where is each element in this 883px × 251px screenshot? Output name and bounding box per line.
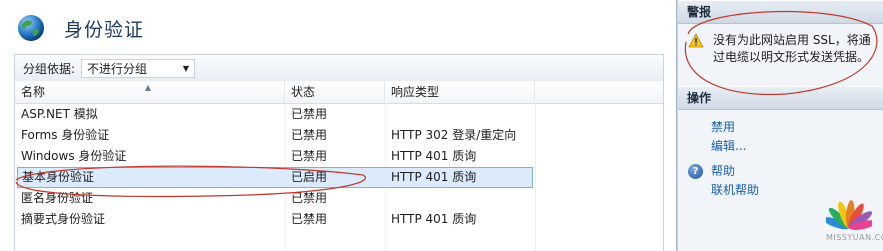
chevron-down-icon: ▼	[182, 63, 190, 73]
table-row[interactable]: 匿名身份验证 已禁用	[15, 188, 663, 209]
row-status: 已禁用	[291, 128, 328, 142]
alert-text: 没有为此网站启用 SSL，将通过电缆以明文形式发送凭据。	[713, 33, 871, 64]
row-status: 已禁用	[291, 107, 328, 121]
table-row[interactable]: Forms 身份验证 已禁用 HTTP 302 登录/重定向	[15, 125, 663, 146]
row-response: HTTP 302 登录/重定向	[391, 128, 517, 142]
row-name: 匿名身份验证	[21, 191, 94, 205]
column-header-name[interactable]: 名称 ▲	[15, 81, 285, 103]
row-response	[385, 188, 591, 209]
row-status: 已禁用	[291, 191, 328, 205]
table-row-selected[interactable]: 基本身份验证 已启用 HTTP 401 质询	[17, 167, 533, 188]
page-title: 身份验证	[64, 18, 145, 41]
title-row: 身份验证	[16, 8, 144, 48]
row-response: HTTP 401 质询	[391, 170, 477, 184]
sort-ascending-icon: ▲	[145, 83, 152, 92]
table-row[interactable]: 摘要式身份验证 已禁用 HTTP 401 质询	[15, 209, 663, 230]
help-link[interactable]: ? 帮助	[678, 162, 883, 181]
row-name: 基本身份验证	[22, 170, 95, 184]
globe-icon	[18, 15, 44, 41]
row-status: 已禁用	[291, 212, 328, 226]
row-name: Forms 身份验证	[21, 128, 110, 142]
main-pane: 身份验证 分组依据: 不进行分组 ▼ 名称 ▲ 状态 响应类型 ASP.NET …	[0, 0, 677, 251]
table-row[interactable]: ASP.NET 模拟 已禁用	[15, 104, 663, 125]
row-name: 摘要式身份验证	[21, 212, 106, 226]
watermark-text: MISSYUAN.COM	[826, 233, 883, 242]
row-response: HTTP 401 质询	[391, 149, 477, 163]
row-name: ASP.NET 模拟	[21, 107, 98, 121]
help-icon: ?	[688, 164, 703, 179]
grid-rows: ASP.NET 模拟 已禁用 Forms 身份验证 已禁用 HTTP 302 登…	[15, 104, 663, 230]
edit-link[interactable]: 编辑...	[678, 137, 883, 156]
group-by-bar: 分组依据: 不进行分组 ▼	[14, 54, 664, 82]
disable-link[interactable]: 禁用	[678, 118, 883, 137]
ssl-alert: 没有为此网站启用 SSL，将通过电缆以明文形式发送凭据。	[678, 24, 883, 72]
group-by-value: 不进行分组	[87, 61, 148, 76]
row-response: HTTP 401 质询	[391, 212, 477, 226]
warning-icon	[688, 33, 704, 48]
alerts-header: 警报	[678, 0, 883, 24]
actions-header: 操作	[678, 86, 883, 110]
column-header-response-type[interactable]: 响应类型	[385, 81, 535, 103]
group-by-label: 分组依据:	[23, 61, 76, 76]
group-by-select[interactable]: 不进行分组 ▼	[81, 58, 196, 78]
peacock-logo-icon	[826, 200, 872, 230]
column-header-status[interactable]: 状态	[285, 81, 385, 103]
row-status: 已启用	[291, 170, 328, 184]
row-response	[385, 104, 591, 125]
row-name: Windows 身份验证	[21, 149, 127, 163]
grid-header: 名称 ▲ 状态 响应类型	[15, 81, 663, 104]
auth-features-grid: 名称 ▲ 状态 响应类型 ASP.NET 模拟 已禁用 Forms 身份验证 已…	[14, 81, 664, 251]
row-status: 已禁用	[291, 149, 328, 163]
table-row[interactable]: Windows 身份验证 已禁用 HTTP 401 质询	[15, 146, 663, 167]
